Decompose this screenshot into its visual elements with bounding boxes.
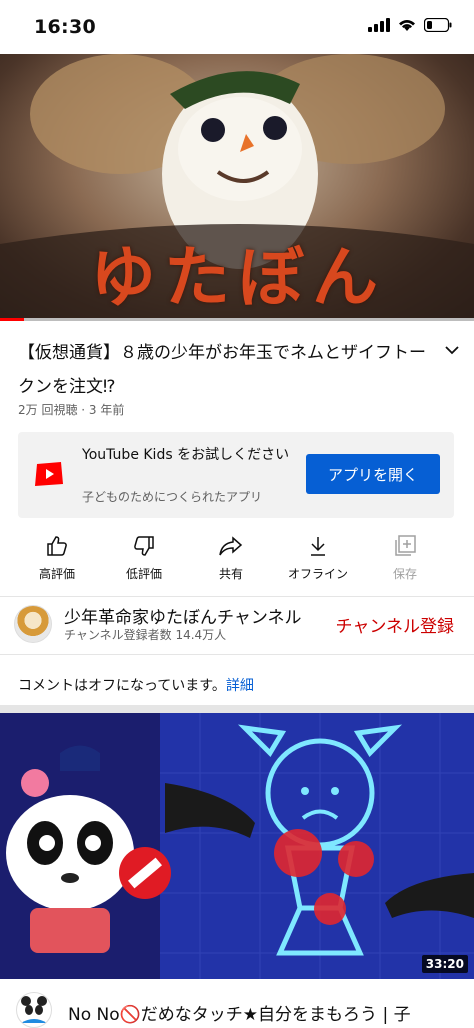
kids-promo-title: YouTube Kids をお試しください [82,447,290,463]
status-time: 16:30 [34,16,96,38]
panda-avatar-icon [19,995,49,1025]
video-duration-badge: 33:20 [421,955,468,973]
comments-notice: コメントはオフになっています。詳細 [18,675,254,695]
dislike-label: 低評価 [125,567,162,581]
like-button[interactable]: 高評価 [17,530,97,582]
subscribe-button[interactable]: チャンネル登録 [336,612,455,637]
chevron-down-icon [445,346,459,355]
dislike-button[interactable]: 低評価 [104,530,184,582]
add-to-playlist-icon [395,535,416,556]
offline-download-button[interactable]: オフライン [278,530,358,582]
video-progress-bar[interactable] [0,318,474,321]
channel-avatar[interactable] [14,605,52,643]
next-video-thumbnail[interactable]: 33:20 [0,713,474,979]
thumb-up-icon [47,536,67,556]
video-title[interactable]: 【仮想通貨】８歳の少年がお年玉でネムとザイフトークンを注文⁉ [18,336,438,404]
video-meta: 2万 回視聴 · 3 年前 [18,403,125,417]
comments-off-text: コメントはオフになっています。 [18,678,226,694]
offline-label: オフライン [287,567,348,581]
video-overlay-text: ゆたぼん [90,239,386,316]
thumbnail-illustration [0,713,474,979]
open-app-button[interactable]: アプリを開く [306,454,440,494]
share-icon [219,536,243,556]
channel-name[interactable]: 少年革命家ゆたぼんチャンネル [64,603,302,628]
divider [0,654,474,655]
battery-icon [424,18,452,32]
video-progress-fill [0,318,24,321]
share-button[interactable]: 共有 [191,530,271,582]
youtube-kids-promo: YouTube Kids をお試しください 子どものためにつくられたアプリ アプ… [18,432,454,518]
kids-promo-subtitle: 子どものためにつくられたアプリ [82,490,263,504]
signal-icon [368,18,390,32]
share-label: 共有 [218,567,243,581]
youtube-kids-logo-icon [35,462,63,486]
status-icons [368,18,452,32]
next-video-channel-avatar[interactable] [16,992,52,1028]
section-separator [0,705,474,713]
like-label: 高評価 [38,567,75,581]
video-player[interactable]: ゆたぼん [0,54,474,320]
download-icon [311,537,325,556]
save-button[interactable]: 保存 [365,530,445,582]
wifi-icon [399,20,415,31]
action-bar: 高評価 低評価 共有 オフライン 保存 [0,530,474,584]
status-bar: 16:30 [0,0,474,54]
thumb-down-icon [134,536,154,556]
next-video-title[interactable]: No No🚫だめなタッチ★自分をまもろう | 子 [68,1000,411,1025]
divider [0,596,474,597]
comments-details-link[interactable]: 詳細 [226,678,254,694]
expand-description-button[interactable] [444,340,460,359]
channel-subscriber-count: チャンネル登録者数 14.4万人 [64,628,227,642]
save-label: 保存 [392,567,417,581]
